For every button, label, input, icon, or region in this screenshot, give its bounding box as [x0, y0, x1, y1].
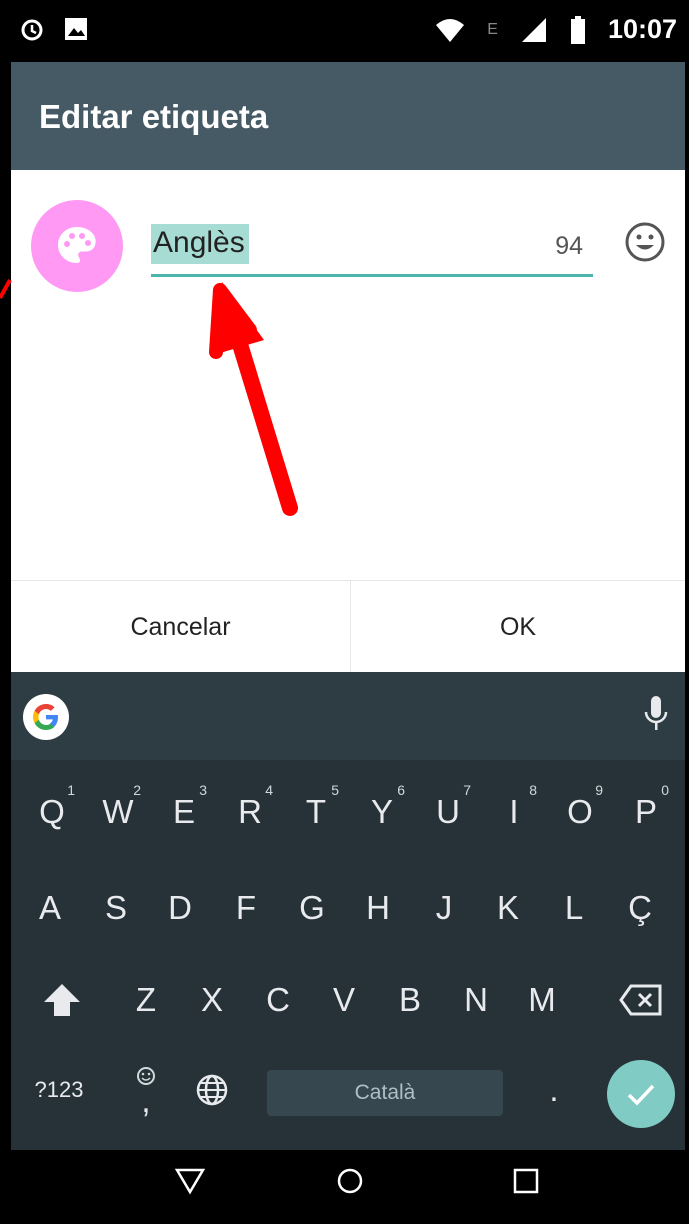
period-key[interactable]: .: [525, 1050, 583, 1130]
key-d[interactable]: D: [151, 868, 209, 948]
page-title: Editar etiqueta: [39, 98, 269, 135]
home-icon[interactable]: [333, 1164, 367, 1203]
spacebar[interactable]: Català: [267, 1070, 503, 1116]
language-key[interactable]: [183, 1050, 241, 1130]
key-z[interactable]: Z: [117, 960, 175, 1040]
dialog-button-row: Cancelar OK: [11, 580, 685, 673]
key-g[interactable]: G: [283, 868, 341, 948]
key-q[interactable]: Q1: [23, 772, 81, 852]
label-name-input[interactable]: Anglès 94: [151, 220, 593, 277]
google-icon[interactable]: [23, 694, 69, 740]
backspace-key[interactable]: [605, 960, 677, 1040]
key-y[interactable]: Y6: [353, 772, 411, 852]
emoji-comma-icon: [137, 1067, 155, 1085]
symbols-key[interactable]: ?123: [19, 1050, 99, 1130]
key-m[interactable]: M: [513, 960, 571, 1040]
back-icon[interactable]: [173, 1164, 207, 1203]
cancel-button[interactable]: Cancelar: [11, 581, 351, 673]
key-w[interactable]: W2: [89, 772, 147, 852]
key-v[interactable]: V: [315, 960, 373, 1040]
network-type-label: E: [487, 20, 498, 38]
key-x[interactable]: X: [183, 960, 241, 1040]
key-o[interactable]: O9: [551, 772, 609, 852]
key-row-2: A S D F G H J K L Ç: [11, 868, 685, 948]
emoji-button[interactable]: [623, 220, 667, 269]
label-color-avatar[interactable]: [31, 200, 123, 292]
key-e[interactable]: E3: [155, 772, 213, 852]
image-icon: [65, 18, 87, 40]
key-b[interactable]: B: [381, 960, 439, 1040]
battery-icon: [570, 15, 585, 44]
signal-icon: [521, 17, 546, 42]
keyboard-suggestion-bar: [11, 672, 685, 760]
key-c[interactable]: C: [249, 960, 307, 1040]
key-t[interactable]: T5: [287, 772, 345, 852]
key-k[interactable]: K: [479, 868, 537, 948]
key-p[interactable]: P0: [617, 772, 675, 852]
key-r[interactable]: R4: [221, 772, 279, 852]
key-c-cedilla[interactable]: Ç: [611, 868, 669, 948]
app-bar: Editar etiqueta: [11, 62, 685, 170]
key-n[interactable]: N: [447, 960, 505, 1040]
globe-icon: [196, 1074, 228, 1106]
ok-button[interactable]: OK: [351, 581, 685, 673]
recents-icon[interactable]: [509, 1164, 543, 1203]
label-name-text[interactable]: Anglès: [151, 224, 249, 264]
key-h[interactable]: H: [349, 868, 407, 948]
palette-icon: [58, 227, 96, 263]
key-s[interactable]: S: [87, 868, 145, 948]
key-j[interactable]: J: [415, 868, 473, 948]
alarm-icon: [21, 19, 43, 41]
nav-bar: [11, 1150, 685, 1220]
backspace-icon: [619, 984, 662, 1016]
enter-button[interactable]: [607, 1060, 675, 1128]
key-u[interactable]: U7: [419, 772, 477, 852]
key-row-1: Q1 W2 E3 R4 T5 Y6 U7 I8 O9 P0: [11, 772, 685, 852]
shift-icon: [44, 984, 80, 1016]
key-row-3: Z X C V B N M: [11, 960, 685, 1040]
soft-keyboard: Q1 W2 E3 R4 T5 Y6 U7 I8 O9 P0 A S D F G …: [11, 672, 685, 1150]
status-bar: E 10:07: [11, 4, 685, 62]
wifi-icon: [436, 18, 465, 42]
key-row-4: ?123 , Català .: [11, 1050, 685, 1130]
emoji-icon: [625, 222, 665, 262]
check-icon: [627, 1084, 655, 1106]
shift-key[interactable]: [33, 960, 91, 1040]
key-f[interactable]: F: [217, 868, 275, 948]
clock: 10:07: [607, 14, 677, 44]
label-editor: Anglès 94: [11, 170, 685, 580]
key-i[interactable]: I8: [485, 772, 543, 852]
mic-icon[interactable]: [643, 694, 669, 739]
char-counter: 94: [555, 232, 583, 260]
key-l[interactable]: L: [545, 868, 603, 948]
key-a[interactable]: A: [21, 868, 79, 948]
comma-key[interactable]: ,: [117, 1050, 175, 1130]
